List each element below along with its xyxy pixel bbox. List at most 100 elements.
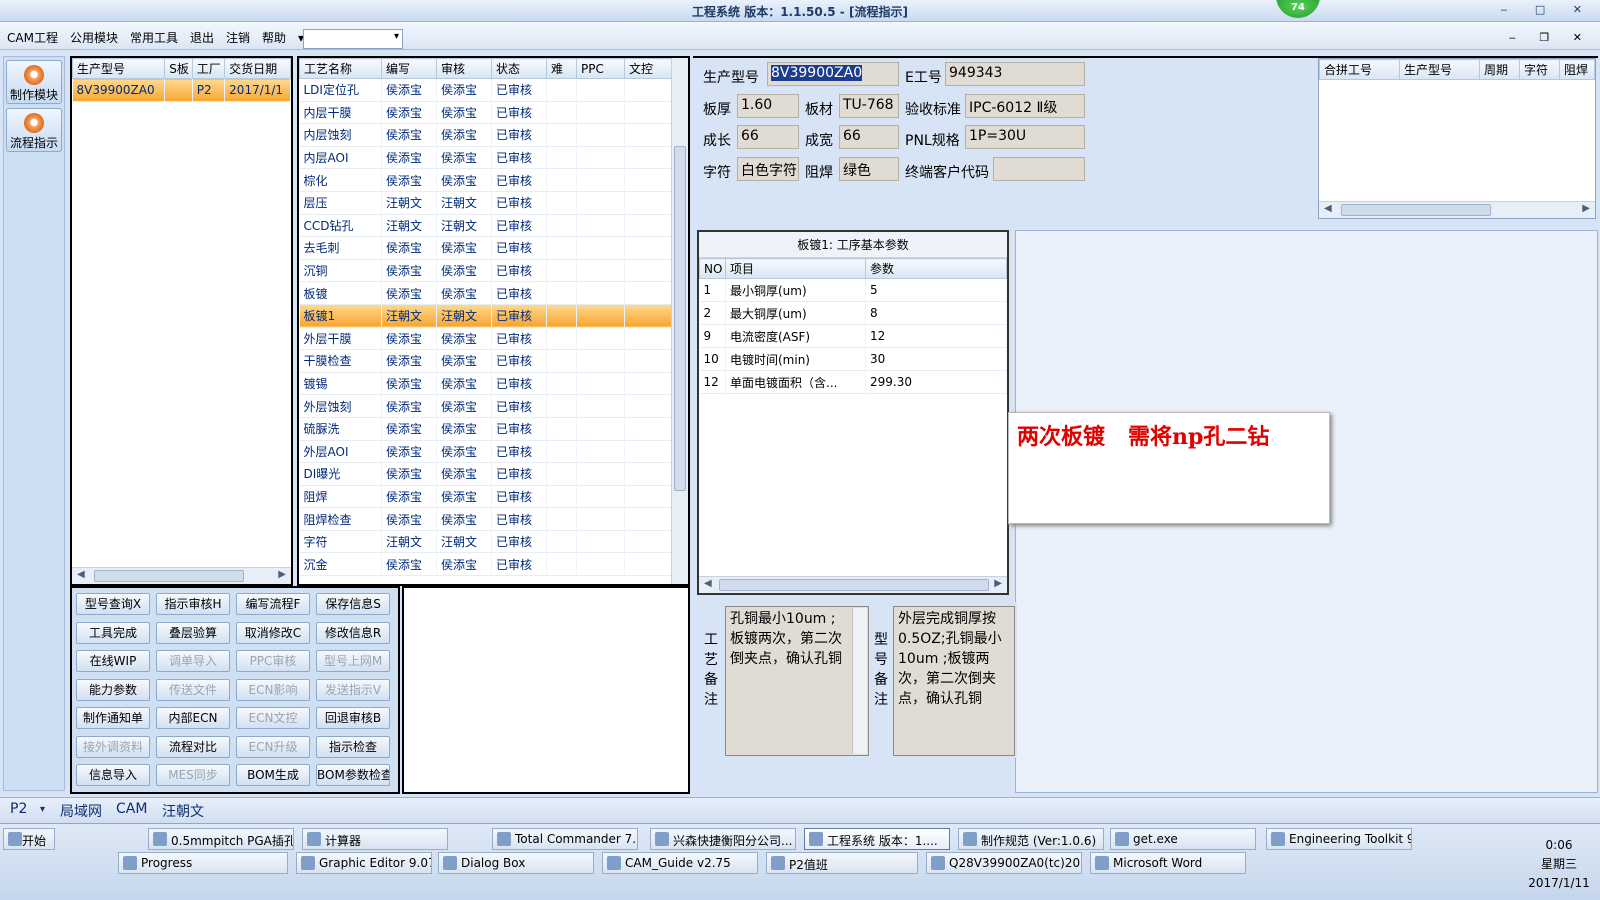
table-row[interactable]: 12 单面电镀面积（含... 299.30 [699,370,1007,394]
action-button[interactable]: 在线WIP [76,650,150,672]
action-button[interactable]: 能力参数 [76,678,150,701]
table-row[interactable]: 硫脲洗 侯添宝 侯添宝 已审核 [299,417,688,441]
process-vscroll[interactable] [671,58,688,584]
product-col-header[interactable]: S板 [164,58,193,79]
menu-combo-box[interactable] [303,29,403,49]
taskbar-item[interactable]: Dialog Box [438,852,594,874]
taskbar-item[interactable]: 0.5mmpitch PGA插孔... [148,828,294,850]
taskbar-item[interactable]: 工程系统 版本：1.... [804,828,950,850]
thick-field[interactable]: 1.60 [737,94,799,118]
process-col-header[interactable]: 审核 [436,58,492,79]
table-row[interactable]: 10 电镀时间(min) 30 [699,347,1007,371]
product-col-header[interactable]: 交货日期 [224,58,291,79]
table-row[interactable]: 内层AOI 侯添宝 侯添宝 已审核 [299,146,688,170]
table-row[interactable]: 2 最大铜厚(um) 8 [699,301,1007,325]
table-row[interactable]: 板镀1 汪朝文 汪朝文 已审核 [299,304,688,328]
table-row[interactable]: 干膜检查 侯添宝 侯添宝 已审核 [299,349,688,373]
merge-col-header[interactable]: 合拼工号 [1319,59,1400,80]
action-button[interactable]: 指示检查 [316,735,390,758]
table-row[interactable]: LDI定位孔 侯添宝 侯添宝 已审核 [299,78,688,102]
merge-col-header[interactable]: 字符 [1519,59,1560,80]
process-remark-text[interactable]: 孔铜最小10um ;板镀两次，第二次倒夹点，确认孔铜 [725,606,869,756]
window-controls[interactable]: ‒ □ ✕ [1500,3,1594,16]
action-button[interactable]: 叠层验算 [156,621,230,644]
mask-field[interactable]: 绿色 [839,157,899,181]
process-col-header[interactable]: 编写 [381,58,437,79]
width-field[interactable]: 66 [839,125,899,149]
action-button[interactable]: 内部ECN [156,707,230,729]
menu-cam[interactable]: CAM工程 [0,22,64,46]
taskbar-item[interactable]: Total Commander 7.0 p... [492,828,638,850]
menu-help[interactable]: 帮助 [256,22,292,46]
char-field[interactable]: 白色字符 [737,157,799,181]
factory-dropdown-icon[interactable]: ▾ [40,804,45,815]
menu-tools[interactable]: 常用工具 [124,22,184,46]
action-button[interactable]: 编写流程F [236,593,310,615]
action-button[interactable]: 保存信息S [316,593,390,615]
process-col-header[interactable]: PPC [576,58,625,79]
table-row[interactable]: 8V39900ZA0 P2 2017/1/1 [72,78,291,102]
std-field[interactable]: IPC-6012 Ⅱ级 [965,94,1085,118]
params-hscroll[interactable]: ◀ ▶ [699,576,1007,593]
table-row[interactable]: 内层干膜 侯添宝 侯添宝 已审核 [299,101,688,125]
process-col-header[interactable]: 难 [546,58,577,79]
table-row[interactable]: 9 电流密度(ASF) 12 [699,324,1007,348]
action-button[interactable]: 取消修改C [236,621,310,644]
taskbar-item[interactable]: Progress [118,852,288,874]
menu-exit[interactable]: 退出 [184,22,220,46]
merge-col-header[interactable]: 周期 [1479,59,1520,80]
table-row[interactable]: 去毛刺 侯添宝 侯添宝 已审核 [299,236,688,260]
params-col-header[interactable]: 项目 [725,258,866,279]
action-button[interactable]: 流程对比 [156,735,230,758]
make-module-button[interactable]: ● 制作模块 [6,60,62,104]
table-row[interactable]: CCD钻孔 汪朝文 汪朝文 已审核 [299,214,688,238]
taskbar-item[interactable]: CAM_Guide v2.75 [602,852,758,874]
mdi-controls[interactable]: ‒ ❐ ✕ [1509,31,1592,44]
taskbar-item[interactable]: 兴森快捷衡阳分公司... [650,828,796,850]
action-button[interactable]: 修改信息R [316,621,390,644]
model-field[interactable]: 8V39900ZA0 [767,62,899,86]
merge-hscroll[interactable]: ◀ ▶ [1319,201,1595,218]
action-button[interactable]: 型号查询X [76,593,150,615]
process-col-header[interactable]: 状态 [491,58,547,79]
process-col-header[interactable]: 工艺名称 [299,58,382,79]
table-row[interactable]: 阻焊检查 侯添宝 侯添宝 已审核 [299,507,688,531]
action-button[interactable]: 信息导入 [76,764,150,786]
table-row[interactable]: DI曝光 侯添宝 侯添宝 已审核 [299,462,688,486]
material-field[interactable]: TU-768 [839,94,899,118]
table-row[interactable]: 阻焊 侯添宝 侯添宝 已审核 [299,485,688,509]
start-button[interactable]: 开始 [3,828,55,850]
taskbar-item[interactable]: 计算器 [302,828,448,850]
params-col-header[interactable]: 参数 [865,258,1007,279]
taskbar-item[interactable]: P2值班 [766,852,918,874]
merge-col-header[interactable]: 阻焊 [1559,59,1595,80]
table-row[interactable]: 层压 汪朝文 汪朝文 已审核 [299,191,688,215]
product-col-header[interactable]: 生产型号 [72,58,166,79]
model-remark-text[interactable]: 外层完成铜厚按0.5OZ;孔铜最小10um ;板镀两次，第二次倒夹点，确认孔铜 [893,606,1015,756]
table-row[interactable]: 外层AOI 侯添宝 侯添宝 已审核 [299,440,688,464]
eno-field[interactable]: 949343 [945,62,1085,86]
table-row[interactable]: 1 最小铜厚(um) 5 [699,278,1007,302]
customer-field[interactable] [993,157,1085,181]
action-button[interactable]: BOM参数检查 [316,764,390,786]
taskbar-item[interactable]: get.exe [1110,828,1256,850]
table-row[interactable]: 字符 汪朝文 汪朝文 已审核 [299,530,688,554]
length-field[interactable]: 66 [737,125,799,149]
table-row[interactable]: 外层蚀刻 侯添宝 侯添宝 已审核 [299,394,688,418]
table-row[interactable]: 板镀 侯添宝 侯添宝 已审核 [299,281,688,305]
table-row[interactable]: 棕化 侯添宝 侯添宝 已审核 [299,168,688,192]
taskbar-item[interactable]: Graphic Editor 9.07b2 (0... [296,852,432,874]
table-row[interactable]: 沉铜 侯添宝 侯添宝 已审核 [299,259,688,283]
taskbar-item[interactable]: 制作规范 (Ver:1.0.6) [958,828,1104,850]
params-col-header[interactable]: NO [699,258,726,279]
table-row[interactable]: 内层蚀刻 侯添宝 侯添宝 已审核 [299,123,688,147]
action-button[interactable]: 指示审核H [156,593,230,615]
action-button[interactable]: 制作通知单 [76,707,150,729]
action-button[interactable]: BOM生成 [236,764,310,786]
product-col-header[interactable]: 工厂 [191,58,226,79]
taskbar-item[interactable]: Engineering Toolkit 9.0... [1266,828,1412,850]
menu-logout[interactable]: 注销 [220,22,256,46]
pnl-field[interactable]: 1P=30U [965,125,1085,149]
taskbar-item[interactable]: Q28V39900ZA0(tc)2017-... [926,852,1082,874]
menu-public[interactable]: 公用模块 [64,22,124,46]
